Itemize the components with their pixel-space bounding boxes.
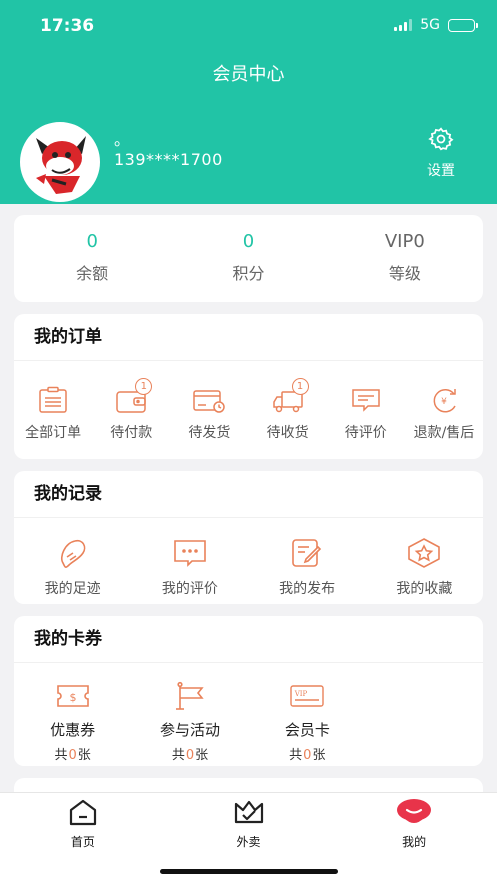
record-footprint-button[interactable]: 我的足迹 [14, 538, 131, 598]
order-all-button[interactable]: 全部订单 [14, 386, 92, 442]
stat-label: 积分 [232, 264, 265, 283]
record-label: 我的评价 [161, 581, 218, 597]
order-label: 全部订单 [25, 425, 82, 441]
vip-card-button[interactable]: VIP 会员卡 共0张 [249, 683, 366, 763]
home-icon [67, 798, 99, 830]
status-bar-right: 5G [394, 17, 478, 33]
record-label: 我的收藏 [396, 581, 453, 597]
activity-count: 共0张 [171, 748, 209, 763]
settings-button[interactable]: 设置 [421, 126, 461, 180]
settings-label: 设置 [427, 163, 455, 179]
tab-mine[interactable]: 我的 [331, 793, 497, 883]
order-to-receive-button[interactable]: 1 待收货 [249, 378, 327, 442]
order-to-ship-button[interactable]: 待发货 [170, 387, 248, 442]
signal-icon [394, 19, 413, 31]
vip-card-label: 会员卡 [284, 721, 330, 739]
nickname: 。 [114, 130, 131, 149]
refund-icon: ¥ [428, 386, 460, 418]
orders-card: 我的订单 全部订单 1 待付款 待发货 1 待收货 待评价 ¥ 退款/售后 [14, 314, 483, 459]
order-unpaid-button[interactable]: 1 待付款 [92, 378, 170, 442]
battery-icon [448, 18, 478, 32]
flag-icon [172, 681, 208, 715]
coupon-icon: $ [55, 682, 91, 714]
stat-balance[interactable]: 0 余额 [14, 215, 170, 302]
stat-level[interactable]: VIP0 等级 [327, 215, 483, 302]
order-label: 待收货 [266, 425, 309, 441]
coupon-label: 优惠券 [50, 721, 96, 739]
profile-icon [396, 798, 432, 830]
record-label: 我的足迹 [44, 581, 101, 597]
stat-value: VIP0 [384, 231, 425, 252]
orders-title: 我的订单 [14, 314, 483, 361]
comment-icon [350, 386, 382, 418]
vip-card-icon: VIP [289, 683, 325, 713]
vip-card-count: 共0张 [289, 748, 326, 763]
activity-label: 参与活动 [159, 721, 220, 739]
svg-text:¥: ¥ [441, 397, 447, 407]
coupon-button[interactable]: $ 优惠券 共0张 [14, 683, 131, 763]
order-to-review-button[interactable]: 待评价 [327, 387, 405, 442]
page-title: 会员中心 [212, 64, 285, 85]
records-card: 我的记录 我的足迹 我的评价 我的发布 我的收藏 [14, 471, 483, 604]
star-icon [406, 537, 442, 573]
crown-icon [233, 798, 265, 830]
svg-text:$: $ [69, 691, 76, 704]
stat-label: 等级 [388, 264, 421, 283]
phone-number: 139****1700 [114, 150, 223, 169]
order-refund-button[interactable]: ¥ 退款/售后 [405, 387, 483, 442]
record-reviews-button[interactable]: 我的评价 [131, 538, 248, 598]
svg-text:VIP: VIP [294, 690, 308, 698]
card-clock-icon [192, 386, 226, 418]
stat-value: 0 [242, 231, 255, 252]
order-label: 待评价 [344, 425, 387, 441]
stat-value: 0 [86, 231, 98, 252]
footprint-icon [55, 537, 91, 573]
tab-home[interactable]: 首页 [0, 793, 166, 883]
gear-icon [428, 126, 454, 156]
tab-label: 外卖 [236, 835, 261, 849]
record-favorites-button[interactable]: 我的收藏 [366, 538, 483, 598]
records-title: 我的记录 [14, 471, 483, 518]
coupons-card: 我的卡券 $ 优惠券 共0张 参与活动 共0张 VIP 会员卡 共0张 [14, 616, 483, 766]
coupon-count: 共0张 [54, 748, 91, 763]
avatar[interactable] [20, 122, 100, 202]
network-label: 5G [420, 17, 440, 33]
stat-points[interactable]: 0 积分 [170, 215, 326, 302]
record-posts-button[interactable]: 我的发布 [249, 538, 366, 598]
clipboard-icon [37, 386, 69, 418]
stats-card: 0 余额 0 积分 VIP0 等级 [14, 215, 483, 302]
comment-dots-icon [172, 537, 208, 573]
order-badge: 1 [291, 378, 309, 395]
record-label: 我的发布 [279, 581, 336, 597]
order-label: 待付款 [110, 425, 153, 441]
status-time: 17:36 [40, 16, 95, 36]
order-badge: 1 [135, 378, 153, 395]
edit-icon [289, 537, 325, 573]
activity-button[interactable]: 参与活动 共0张 [131, 681, 248, 763]
order-label: 待发货 [188, 425, 231, 441]
stat-label: 余额 [76, 264, 109, 283]
home-indicator [160, 869, 338, 874]
order-label: 退款/售后 [413, 425, 475, 441]
tab-label: 首页 [70, 835, 95, 849]
tab-label: 我的 [402, 835, 427, 849]
header: 17:36 5G 会员中心 。 139****1700 设置 [0, 0, 497, 204]
coupons-title: 我的卡券 [14, 616, 483, 663]
